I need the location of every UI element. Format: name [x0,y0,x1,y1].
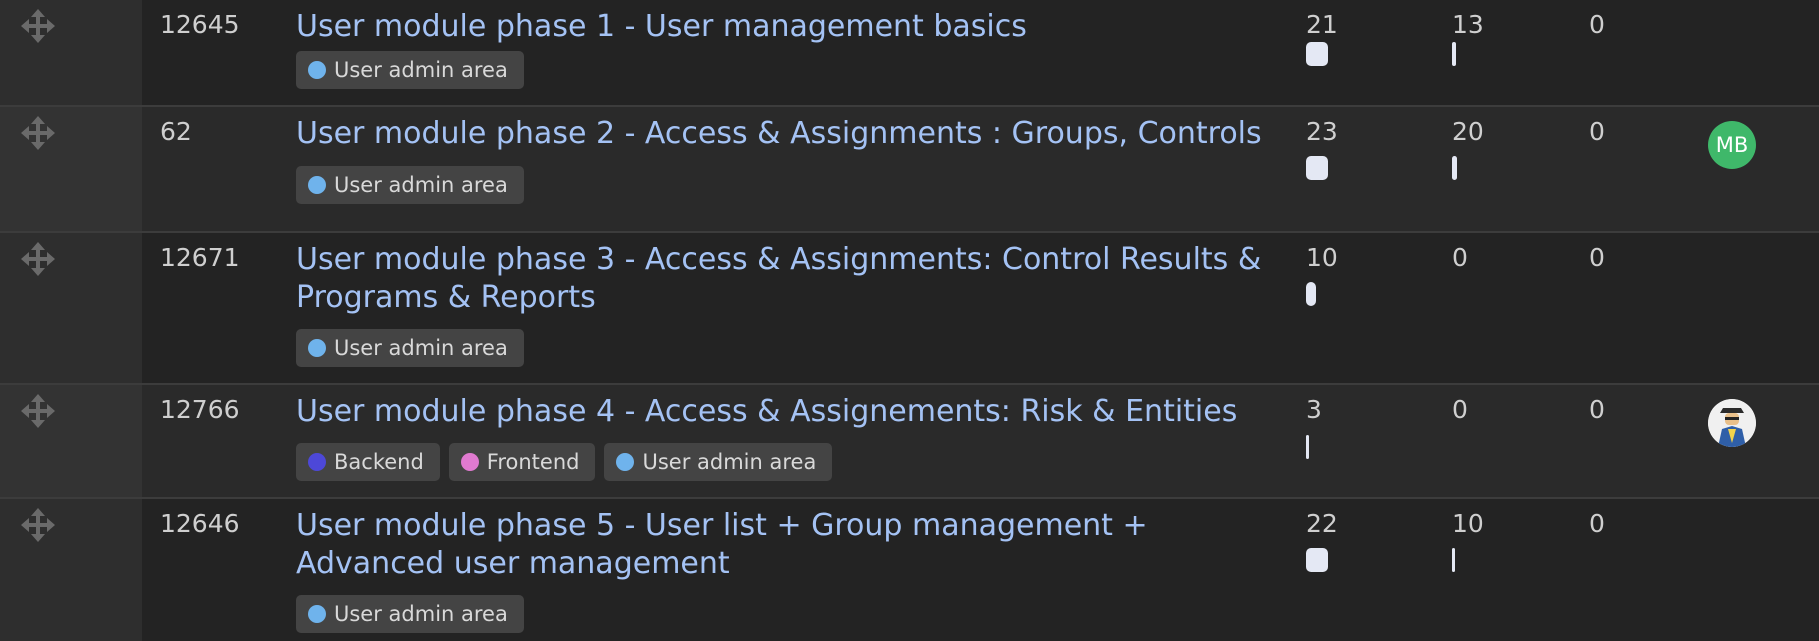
progress-bar-total [1306,282,1316,306]
tag-frontend[interactable]: Frontend [448,443,596,481]
tag-color-dot [308,176,326,194]
tag-label: User admin area [334,336,508,360]
table-row[interactable]: 12766 User module phase 4 - Access & Ass… [0,385,1819,499]
table-row[interactable]: 12671 User module phase 3 - Access & Ass… [0,233,1819,385]
tag-color-dot [460,453,479,471]
tag-user-admin-area[interactable]: User admin area [296,329,524,367]
issue-title-link[interactable]: User module phase 1 - User management ba… [296,8,1296,46]
stat-other: 0 [1589,10,1605,39]
stat-done: 0 [1452,243,1468,272]
issue-title-link[interactable]: User module phase 4 - Access & Assigneme… [296,393,1296,431]
tag-color-dot [308,605,326,623]
tag-color-dot [616,453,635,471]
tag-list: User admin area [296,166,524,204]
stat-other: 0 [1589,117,1605,146]
move-icon[interactable] [20,8,56,44]
issue-title-link[interactable]: User module phase 2 - Access & Assignmen… [296,115,1296,153]
table-row[interactable]: 12646 User module phase 5 - User list + … [0,499,1819,641]
move-icon[interactable] [20,507,56,543]
assignee-avatar[interactable] [1708,399,1756,447]
tag-label: User admin area [334,602,508,626]
stat-done: 20 [1452,117,1484,146]
issue-title-link[interactable]: User module phase 3 - Access & Assignmen… [296,241,1296,317]
move-icon[interactable] [20,115,56,151]
tag-list: User admin area [296,595,524,633]
stat-total: 21 [1306,10,1338,39]
progress-bar-done [1452,42,1456,66]
tag-list: User admin area [296,329,524,367]
drag-handle-cell[interactable] [0,233,142,383]
stat-other: 0 [1589,509,1605,538]
issue-title-link[interactable]: User module phase 5 - User list + Group … [296,507,1296,583]
tag-user-admin-area[interactable]: User admin area [604,443,833,481]
tag-list: User admin area [296,51,524,89]
assignee-avatar[interactable]: MB [1708,121,1756,169]
progress-bar-total [1306,548,1328,572]
issue-id: 12646 [160,509,240,538]
tag-label: Frontend [486,450,580,474]
stat-done: 13 [1452,10,1484,39]
stat-other: 0 [1589,395,1605,424]
tag-user-admin-area[interactable]: User admin area [296,166,524,204]
stat-total: 23 [1306,117,1338,146]
tag-user-admin-area[interactable]: User admin area [296,51,524,89]
table-row[interactable]: 62 User module phase 2 - Access & Assign… [0,107,1819,233]
drag-handle-cell[interactable] [0,385,142,497]
epic-list: 12645 User module phase 1 - User managem… [0,0,1819,641]
progress-bar-done [1452,156,1457,180]
stat-done: 10 [1452,509,1484,538]
tag-user-admin-area[interactable]: User admin area [296,595,524,633]
progress-bar-total [1306,435,1309,459]
tag-list: Backend Frontend User admin area [296,443,833,481]
stat-total: 3 [1306,395,1322,424]
tag-color-dot [308,339,326,357]
progress-bar-total [1306,42,1328,66]
tag-color-dot [308,453,326,471]
stat-total: 22 [1306,509,1338,538]
tag-backend[interactable]: Backend [296,443,440,481]
issue-id: 62 [160,117,192,146]
drag-handle-cell[interactable] [0,499,142,641]
drag-handle-cell[interactable] [0,107,142,231]
issue-id: 12645 [160,10,240,39]
tag-color-dot [308,61,326,79]
tag-label: Backend [334,450,424,474]
move-icon[interactable] [20,393,56,429]
progress-bar-total [1306,156,1328,180]
progress-bar-done [1452,548,1455,572]
table-row[interactable]: 12645 User module phase 1 - User managem… [0,0,1819,107]
stat-done: 0 [1452,395,1468,424]
issue-id: 12671 [160,243,240,272]
move-icon[interactable] [20,241,56,277]
stat-total: 10 [1306,243,1338,272]
stat-other: 0 [1589,243,1605,272]
tag-label: User admin area [334,173,508,197]
character-avatar-icon [1708,399,1756,447]
drag-handle-cell[interactable] [0,0,142,105]
issue-id: 12766 [160,395,240,424]
tag-label: User admin area [642,450,817,474]
tag-label: User admin area [334,58,508,82]
